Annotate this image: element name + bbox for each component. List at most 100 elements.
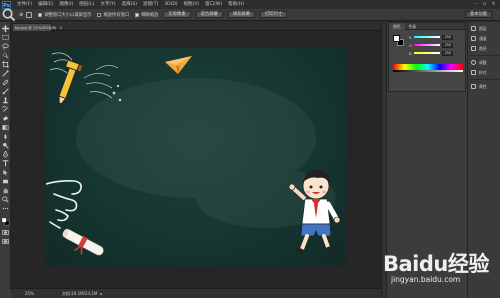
print-size-button[interactable]: 打印尺寸 [260,11,288,18]
shape-tool[interactable] [1,177,10,185]
properties-icon [471,84,476,89]
hand-tool[interactable] [1,186,10,194]
menu-filter[interactable]: 滤镜(T) [143,0,158,9]
dock-paths-label: 路径 [479,45,487,51]
dock-channels[interactable]: 通道 [469,34,500,43]
type-tool[interactable] [1,159,10,167]
slider-green-value[interactable]: 255 [442,42,453,48]
resize-windows-label: 调整窗口大小以满屏显示 [44,12,92,18]
dock-paths[interactable]: 路径 [469,44,500,53]
move-tool[interactable] [1,24,10,32]
dodge-tool[interactable] [1,141,10,149]
zoom-tool[interactable] [1,195,10,203]
document-size: 文档:24.1M/24.1M [61,290,98,296]
blur-tool[interactable] [1,132,10,140]
slider-red-value[interactable]: 255 [442,34,453,40]
menu-view[interactable]: 视图(V) [184,0,200,9]
rectangle-icon [3,179,8,183]
resize-windows-checkbox[interactable] [38,12,43,17]
zoom-out-icon[interactable] [26,11,33,18]
minimize-button[interactable]: – [471,0,480,8]
brush-tool[interactable] [1,87,10,95]
dock-separator [469,55,500,56]
zoom-level[interactable]: 25% [25,291,34,296]
slider-blue-track[interactable] [414,52,440,54]
pen-tool[interactable] [1,150,10,158]
menu-help[interactable]: 帮助(H) [228,0,244,9]
zoom-all-option[interactable]: 缩放所有窗口 [97,12,129,18]
quick-select-tool[interactable] [1,51,10,59]
dock-properties[interactable]: 属性 [469,82,500,91]
screen-mode-tool[interactable] [1,237,10,245]
canvas-area[interactable] [11,31,381,288]
gradient-icon [2,124,9,130]
pen-icon [2,150,9,158]
healing-tool[interactable] [1,78,10,86]
zoom-tool-preset[interactable] [2,8,16,21]
workspace-switcher[interactable]: 基本功能 [464,11,492,18]
screen-mode-icon [2,238,9,244]
drop-icon [4,133,7,139]
stamp-tool[interactable] [1,96,10,104]
menu-3d[interactable]: 3D(D) [164,0,177,9]
menu-image[interactable]: 图像(I) [59,0,73,9]
gradient-tool[interactable] [1,123,10,131]
dock-styles[interactable]: 样式 [469,68,500,77]
history-brush-tool[interactable] [1,105,10,113]
dock-adjustments[interactable]: 调整 [469,58,500,67]
eyedropper-tool[interactable] [1,69,10,77]
slider-red[interactable]: R 255 [409,34,461,40]
menu-edit[interactable]: 编辑(E) [38,0,53,9]
crop-tool[interactable] [1,60,10,68]
tab-swatches[interactable]: 色板 [405,23,421,30]
slider-green-track[interactable] [414,44,440,46]
tab-color[interactable]: 颜色 [389,22,405,30]
layers-icon [471,26,476,31]
slider-red-track[interactable] [414,36,440,38]
dock-separator [469,79,500,80]
photoshop-window: Ps 文件(F) 编辑(E) 图像(I) 图层(L) 文字(Y) 选择(S) 滤… [0,0,500,298]
maximize-button[interactable]: ▫ [480,0,489,8]
menu-window[interactable]: 窗口(W) [205,0,222,9]
scrubby-zoom-checkbox[interactable] [135,12,140,17]
menu-select[interactable]: 选择(S) [122,0,137,9]
menu-file[interactable]: 文件(F) [17,0,32,9]
document-tab[interactable]: bg.jpg @ 25%(RGB/8) × [12,23,63,31]
toolbox-footer [0,290,11,298]
toolbox [0,22,11,290]
zoom-in-icon[interactable]: ⊕ [19,12,23,18]
fit-screen-button[interactable]: 适合屏幕 [195,11,223,18]
zoom-all-checkbox[interactable] [97,12,102,17]
quick-select-icon [2,52,9,59]
scrubby-zoom-option[interactable]: 细微缩放 [135,12,158,18]
path-select-tool[interactable] [1,168,10,176]
dodge-icon [3,142,9,149]
slider-green-label: G [409,42,412,48]
quick-mask-icon [2,229,9,235]
slider-blue[interactable]: B 255 [409,50,461,56]
fill-screen-button[interactable]: 填充屏幕 [227,11,255,18]
quick-mask-tool[interactable] [1,228,10,236]
dock-layers[interactable]: 图层 [469,24,500,33]
menu-layer[interactable]: 图层(L) [79,0,94,9]
actual-pixels-button[interactable]: 实际像素 [163,11,191,18]
zoom-icon [2,195,9,203]
lasso-tool[interactable] [1,42,10,50]
resize-windows-option[interactable]: 调整窗口大小以满屏显示 [38,12,91,18]
tab-close-icon[interactable]: × [59,25,62,30]
status-menu-arrow-icon[interactable]: ▸ [100,291,102,296]
chalkboard-canvas[interactable] [46,48,346,266]
diploma-scroll-icon [62,228,104,256]
foreground-color-swatch[interactable] [393,35,400,42]
watermark-url: jingyan.baidu.com [391,275,461,284]
adjustments-icon [471,60,476,65]
marquee-tool[interactable] [1,33,10,41]
color-swatches[interactable] [1,216,10,226]
slider-blue-value[interactable]: 255 [442,50,453,56]
grayscale-ramp[interactable] [393,70,463,72]
extra-tools[interactable] [1,204,10,212]
slider-green[interactable]: G 255 [409,42,461,48]
eraser-tool[interactable] [1,114,10,122]
close-button[interactable]: × [489,0,498,8]
menu-type[interactable]: 文字(Y) [100,0,115,9]
